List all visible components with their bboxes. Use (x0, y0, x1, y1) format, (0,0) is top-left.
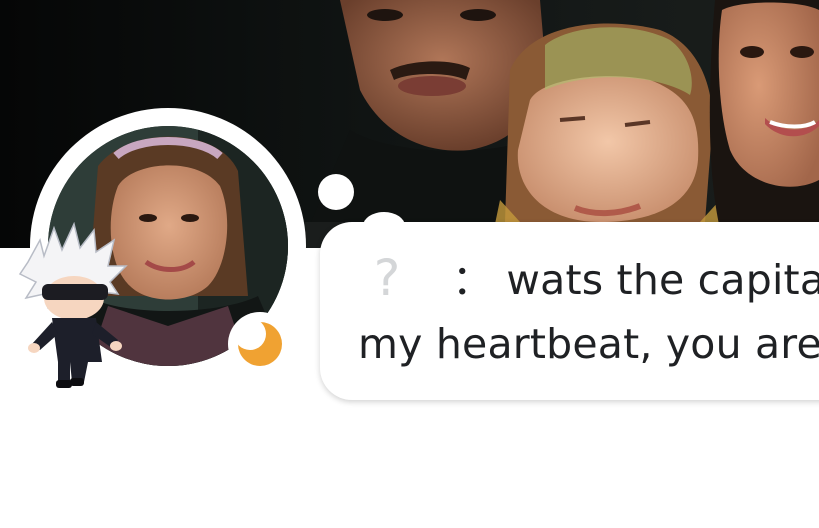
custom-status-text-line-2: my heartbeat, you are w (358, 320, 819, 368)
profile-card: ? ： wats the capital my heartbeat, you a… (0, 0, 819, 528)
avatar-ring (30, 108, 306, 384)
avatar-image (48, 126, 288, 366)
avatar-decoration (18, 221, 136, 392)
profile-banner[interactable] (0, 0, 819, 248)
crescent-moon-icon (234, 318, 284, 368)
banner-image (0, 0, 819, 248)
question-emoji-icon: ? (373, 249, 401, 307)
custom-status-bubble[interactable] (320, 222, 819, 400)
banner-face-3 (709, 0, 819, 248)
avatar[interactable] (48, 126, 288, 366)
status-indicator-ring (228, 312, 292, 376)
thought-bubble-dot-large (363, 212, 405, 240)
custom-status-text-line-1: ： wats the capital (452, 256, 819, 304)
banner-face-2 (490, 23, 730, 248)
banner-face-1 (300, 0, 560, 248)
chibi-character-icon (18, 221, 128, 388)
thought-bubble-dot-small (318, 174, 354, 210)
